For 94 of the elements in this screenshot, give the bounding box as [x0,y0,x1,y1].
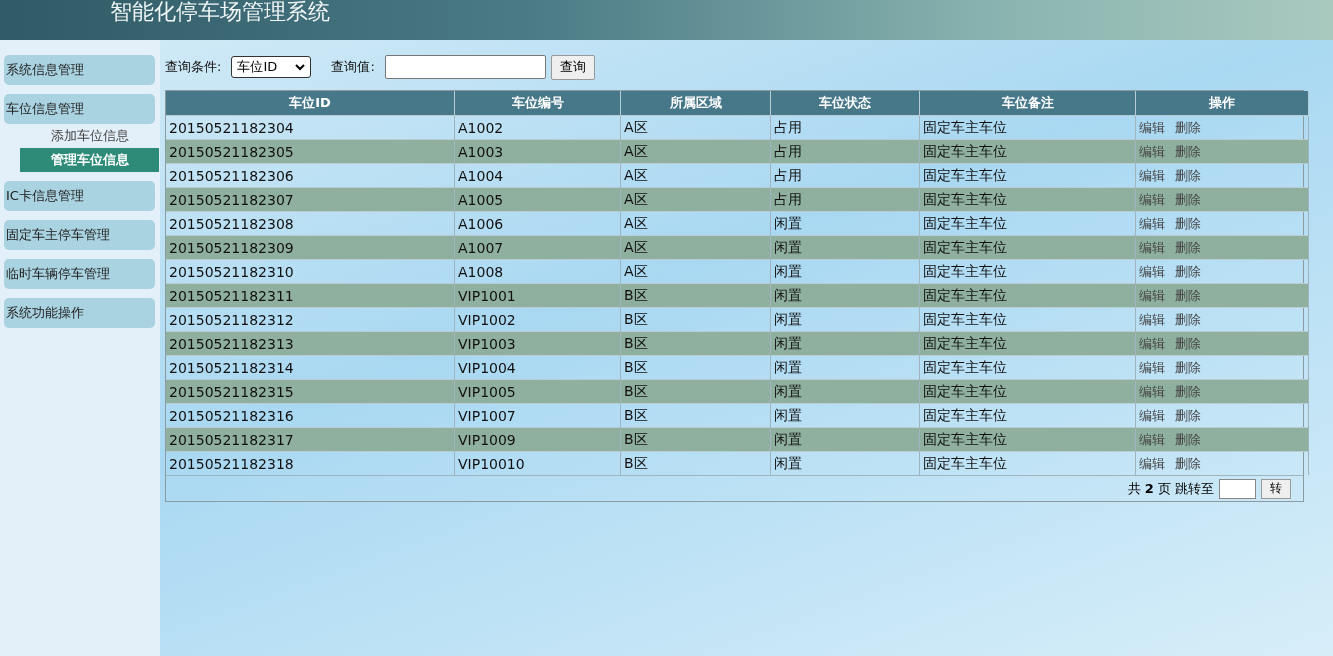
action-link[interactable]: 编辑 [1139,239,1165,255]
query-condition-label: 查询条件: [165,58,222,76]
table-cell: 固定车主车位 [919,235,1136,260]
table-cell: A区 [620,187,771,212]
action-link[interactable]: 编辑 [1139,143,1165,159]
sidebar-item[interactable]: 添加车位信息 [20,124,159,148]
sidebar-group[interactable]: 固定车主停车管理 [4,220,155,250]
table-cell: 固定车主车位 [919,283,1136,308]
action-link[interactable]: 编辑 [1139,359,1165,375]
action-link[interactable]: 编辑 [1139,287,1165,303]
table-cell: B区 [620,283,771,308]
action-link[interactable]: 编辑 [1139,167,1165,183]
column-header: 操作 [1135,91,1309,116]
action-link[interactable]: 删除 [1175,191,1201,207]
action-link[interactable]: 编辑 [1139,335,1165,351]
column-header: 车位ID [166,91,455,116]
action-link[interactable]: 删除 [1175,287,1201,303]
table-cell: A1007 [454,235,621,260]
table-cell: VIP1001 [454,283,621,308]
table-cell: A区 [620,139,771,164]
query-value-field[interactable] [384,55,546,79]
sidebar-item[interactable]: 管理车位信息 [20,148,159,172]
query-value-label: 查询值: [331,58,375,76]
table-cell: 固定车主车位 [919,427,1136,452]
table-cell: B区 [620,427,771,452]
condition-select[interactable]: 车位ID [231,56,312,78]
table-cell: 闲置 [770,283,920,308]
query-button[interactable]: 查询 [550,54,595,80]
caret-icon [295,63,306,71]
action-link[interactable]: 删除 [1175,215,1201,231]
table-cell: 闲置 [770,427,920,452]
action-link[interactable]: 编辑 [1139,119,1165,135]
table-cell: 闲置 [770,331,920,356]
table-cell: 固定车主车位 [919,187,1136,212]
table-cell: 固定车主车位 [919,139,1136,164]
action-link[interactable]: 删除 [1175,455,1201,471]
sidebar-group[interactable]: 车位信息管理 [4,94,155,124]
table-cell: 20150521182318 [166,451,455,475]
table-cell: 固定车主车位 [919,451,1136,475]
table-cell: VIP1005 [454,379,621,404]
table-cell: 占用 [770,187,920,212]
sidebar-group[interactable]: 临时车辆停车管理 [4,259,155,289]
page-info: 共 2 页 跳转至 [1127,479,1214,498]
table-cell: 20150521182317 [166,427,455,452]
table-cell: 占用 [770,139,920,164]
column-header: 车位状态 [770,91,920,116]
action-link[interactable]: 删除 [1175,359,1201,375]
sidebar-group[interactable]: IC卡信息管理 [4,181,155,211]
action-link[interactable]: 删除 [1175,431,1201,447]
sidebar-group[interactable]: 系统功能操作 [4,298,155,328]
table-cell: A1003 [454,139,621,164]
table-cell: 闲置 [770,451,920,475]
table-cell: 固定车主车位 [919,331,1136,356]
table-cell: A1005 [454,187,621,212]
table-cell: B区 [620,451,771,475]
action-link[interactable]: 删除 [1175,239,1201,255]
table-cell: 20150521182305 [166,139,455,164]
action-link[interactable]: 编辑 [1139,383,1165,399]
table-cell: A区 [620,235,771,260]
table-cell: B区 [620,331,771,356]
table-cell: 固定车主车位 [919,379,1136,404]
app-title: 智能化停车场管理系统 [109,0,331,24]
action-link[interactable]: 删除 [1175,263,1201,279]
action-link[interactable]: 删除 [1175,311,1201,327]
action-link[interactable]: 编辑 [1139,191,1165,207]
action-link[interactable]: 编辑 [1139,431,1165,447]
action-link[interactable]: 编辑 [1139,215,1165,231]
table-cell: VIP1003 [454,331,621,356]
table-cell: 20150521182313 [166,331,455,356]
table-cell: 20150521182309 [166,235,455,260]
action-link[interactable]: 编辑 [1139,263,1165,279]
action-link[interactable]: 删除 [1175,143,1201,159]
table-cell: 20150521182307 [166,187,455,212]
action-link[interactable]: 删除 [1175,383,1201,399]
action-link[interactable]: 删除 [1175,167,1201,183]
page-jump-field[interactable] [1219,478,1256,499]
column-header: 车位备注 [919,91,1136,116]
action-link[interactable]: 删除 [1175,119,1201,135]
column-header: 所属区域 [620,91,771,116]
table-cell: B区 [620,379,771,404]
table-cell: VIP10010 [454,451,621,475]
sidebar-group[interactable]: 系统信息管理 [4,55,155,85]
table-cell: 20150521182315 [166,379,455,404]
action-link[interactable]: 编辑 [1139,311,1165,327]
action-link[interactable]: 删除 [1175,407,1201,423]
table-cell: VIP1009 [454,427,621,452]
table-cell: 闲置 [770,379,920,404]
go-button[interactable]: 转 [1261,478,1291,499]
table-cell: 20150521182311 [166,283,455,308]
table-cell: 闲置 [770,235,920,260]
action-link[interactable]: 编辑 [1139,407,1165,423]
column-header: 车位编号 [454,91,621,116]
action-link[interactable]: 编辑 [1139,455,1165,471]
action-link[interactable]: 删除 [1175,335,1201,351]
